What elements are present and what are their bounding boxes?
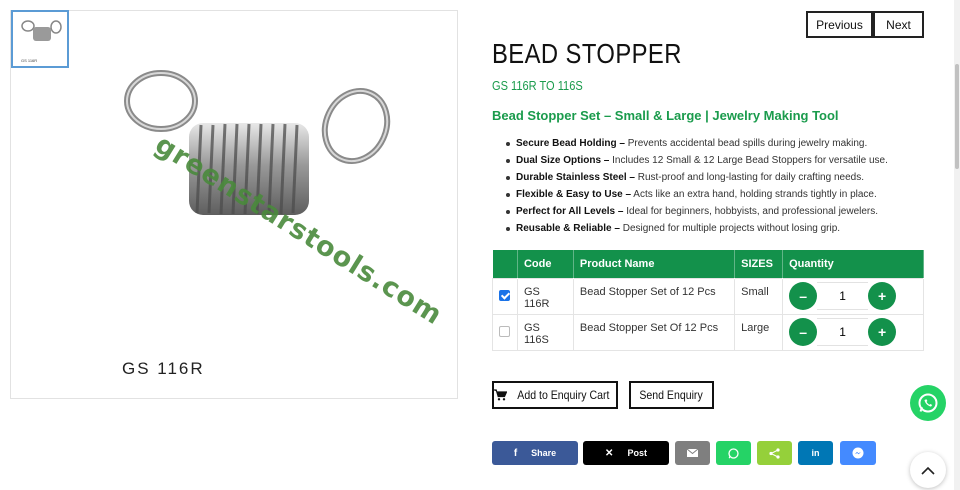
send-enquiry-label: Send Enquiry [639, 388, 704, 402]
previous-button[interactable]: Previous [806, 11, 873, 38]
share-email-button[interactable] [675, 441, 710, 465]
feature-text: Prevents accidental bead spills during j… [624, 138, 868, 149]
feature-title: Reusable & Reliable – [516, 223, 620, 234]
cart-icon [494, 389, 508, 401]
feature-text: Acts like an extra hand, holding strands… [631, 189, 877, 200]
email-icon [687, 449, 698, 457]
feature-item: Secure Bead Holding – Prevents accidenta… [506, 137, 888, 154]
next-button[interactable]: Next [873, 11, 924, 38]
feature-text: Rust-proof and long-lasting for daily cr… [634, 172, 864, 183]
share-facebook-label: Share [531, 448, 557, 458]
table-row: GS 116R Bead Stopper Set of 12 Pcs Small… [492, 277, 924, 315]
row-product-name: Bead Stopper Set Of 12 Pcs [572, 313, 736, 351]
row-quantity-cell: – + [782, 277, 924, 315]
chevron-up-icon [921, 466, 935, 475]
feature-title: Dual Size Options – [516, 155, 610, 166]
whatsapp-chat-button[interactable] [910, 385, 946, 421]
row-size: Small [734, 277, 784, 315]
add-to-enquiry-cart-label: Add to Enquiry Cart [517, 388, 610, 402]
row-code: GS 116S [516, 313, 574, 351]
decrement-button[interactable]: – [789, 282, 818, 310]
share-whatsapp-button[interactable] [716, 441, 751, 465]
share-messenger-button[interactable] [840, 441, 876, 465]
header-product-name: Product Name [573, 250, 736, 278]
feature-item: Durable Stainless Steel – Rust-proof and… [506, 171, 888, 188]
feature-item: Perfect for All Levels – Ideal for begin… [506, 205, 888, 222]
header-sizes: SIZES [734, 250, 784, 278]
quantity-input[interactable] [817, 318, 869, 346]
scroll-to-top-button[interactable] [910, 452, 946, 488]
row-checkbox[interactable] [499, 290, 510, 301]
share-sharethis-button[interactable] [757, 441, 792, 465]
row-product-name: Bead Stopper Set of 12 Pcs [572, 277, 736, 315]
x-icon: ✕ [605, 447, 614, 459]
product-code-range: GS 116R TO 116S [492, 78, 583, 93]
increment-button[interactable]: + [868, 318, 897, 346]
decrement-button[interactable]: – [789, 318, 818, 346]
feature-item: Dual Size Options – Includes 12 Small & … [506, 154, 888, 171]
page-scrollbar[interactable] [954, 0, 960, 490]
share-facebook-button[interactable]: f Share [492, 441, 578, 465]
header-code: Code [517, 250, 574, 278]
product-main-image[interactable]: greenstarstools.com GS 116R [10, 10, 458, 399]
whatsapp-icon [918, 393, 938, 413]
spring-thumbnail-image [21, 20, 62, 41]
row-checkbox[interactable] [499, 326, 510, 337]
facebook-icon: f [513, 447, 518, 459]
share-x-button[interactable]: ✕ Post [583, 441, 669, 465]
feature-list: Secure Bead Holding – Prevents accidenta… [506, 137, 888, 239]
table-row: GS 116S Bead Stopper Set Of 12 Pcs Large… [492, 313, 924, 351]
quantity-input[interactable] [817, 282, 869, 310]
feature-title: Secure Bead Holding – [516, 138, 625, 149]
scrollbar-thumb[interactable] [955, 64, 959, 169]
feature-title: Perfect for All Levels – [516, 206, 624, 217]
feature-text: Ideal for beginners, hobbyists, and prof… [623, 206, 879, 217]
feature-item: Reusable & Reliable – Designed for multi… [506, 222, 888, 239]
sharethis-icon [769, 447, 780, 459]
product-subtitle: Bead Stopper Set – Small & Large | Jewel… [492, 108, 839, 123]
share-x-label: Post [627, 448, 647, 458]
send-enquiry-button[interactable]: Send Enquiry [629, 381, 714, 409]
quantity-stepper: – + [789, 282, 917, 310]
messenger-icon [852, 447, 864, 459]
feature-text: Designed for multiple projects without l… [619, 223, 841, 234]
feature-title: Flexible & Easy to Use – [516, 189, 632, 200]
whatsapp-icon [728, 447, 739, 459]
header-quantity: Quantity [782, 250, 924, 278]
feature-item: Flexible & Easy to Use – Acts like an ex… [506, 188, 888, 205]
row-code: GS 116R [516, 277, 574, 315]
product-table: Code Product Name SIZES Quantity GS 116R… [492, 250, 924, 351]
feature-text: Includes 12 Small & 12 Large Bead Stoppe… [609, 155, 888, 166]
product-title: BEAD STOPPER [492, 38, 682, 69]
row-select-cell [492, 313, 518, 351]
table-header-row: Code Product Name SIZES Quantity [492, 250, 924, 278]
row-size: Large [734, 313, 784, 351]
row-select-cell [492, 277, 518, 315]
header-select [492, 250, 518, 278]
feature-title: Durable Stainless Steel – [516, 172, 635, 183]
add-to-enquiry-cart-button[interactable]: Add to Enquiry Cart [492, 381, 618, 409]
increment-button[interactable]: + [868, 282, 897, 310]
thumbnail-1[interactable]: GS 116R [11, 10, 69, 68]
row-quantity-cell: – + [782, 313, 924, 351]
thumbnail-caption: GS 116R [21, 58, 38, 63]
image-caption: GS 116R [122, 359, 205, 378]
share-linkedin-button[interactable]: in [798, 441, 833, 465]
linkedin-icon: in [811, 448, 820, 458]
quantity-stepper: – + [789, 318, 917, 346]
